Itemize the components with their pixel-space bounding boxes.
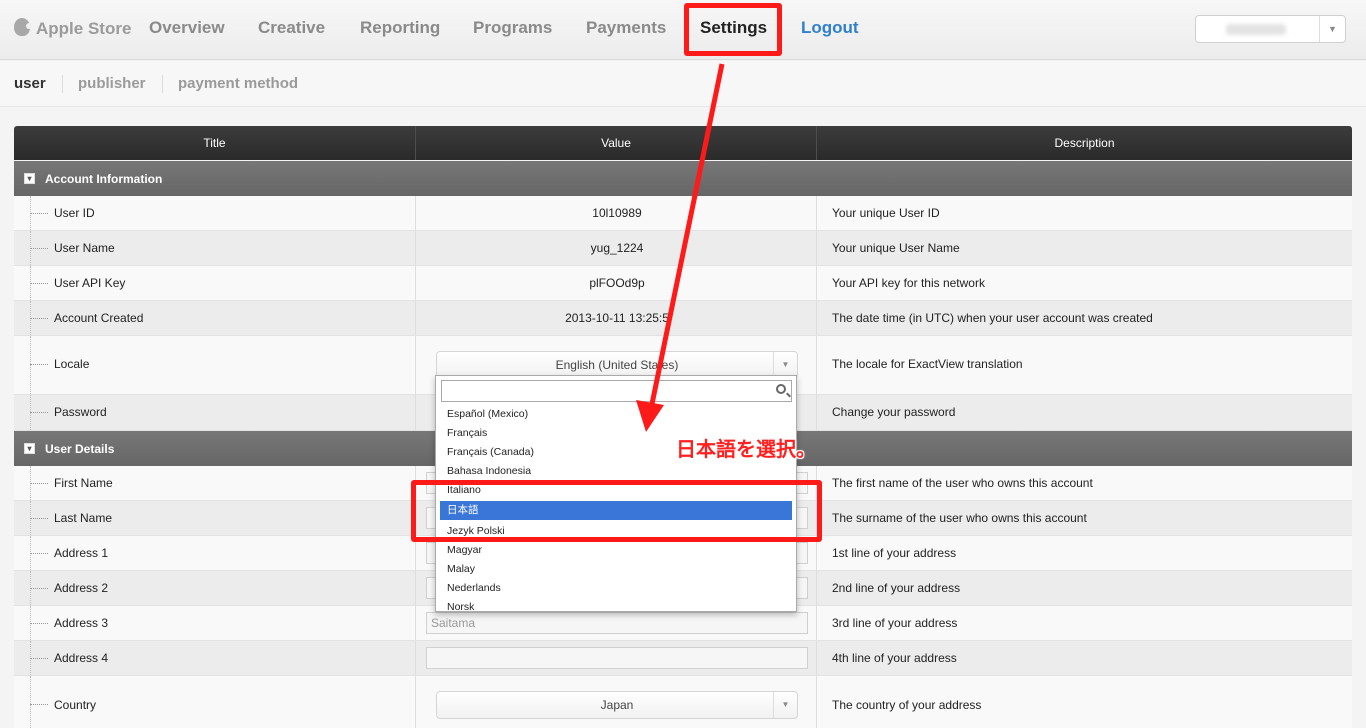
annotation-label: 日本語を選択。	[676, 439, 816, 461]
arrow-shaft	[649, 63, 725, 405]
annotation-arrow	[636, 63, 725, 432]
arrow-head	[636, 400, 664, 432]
